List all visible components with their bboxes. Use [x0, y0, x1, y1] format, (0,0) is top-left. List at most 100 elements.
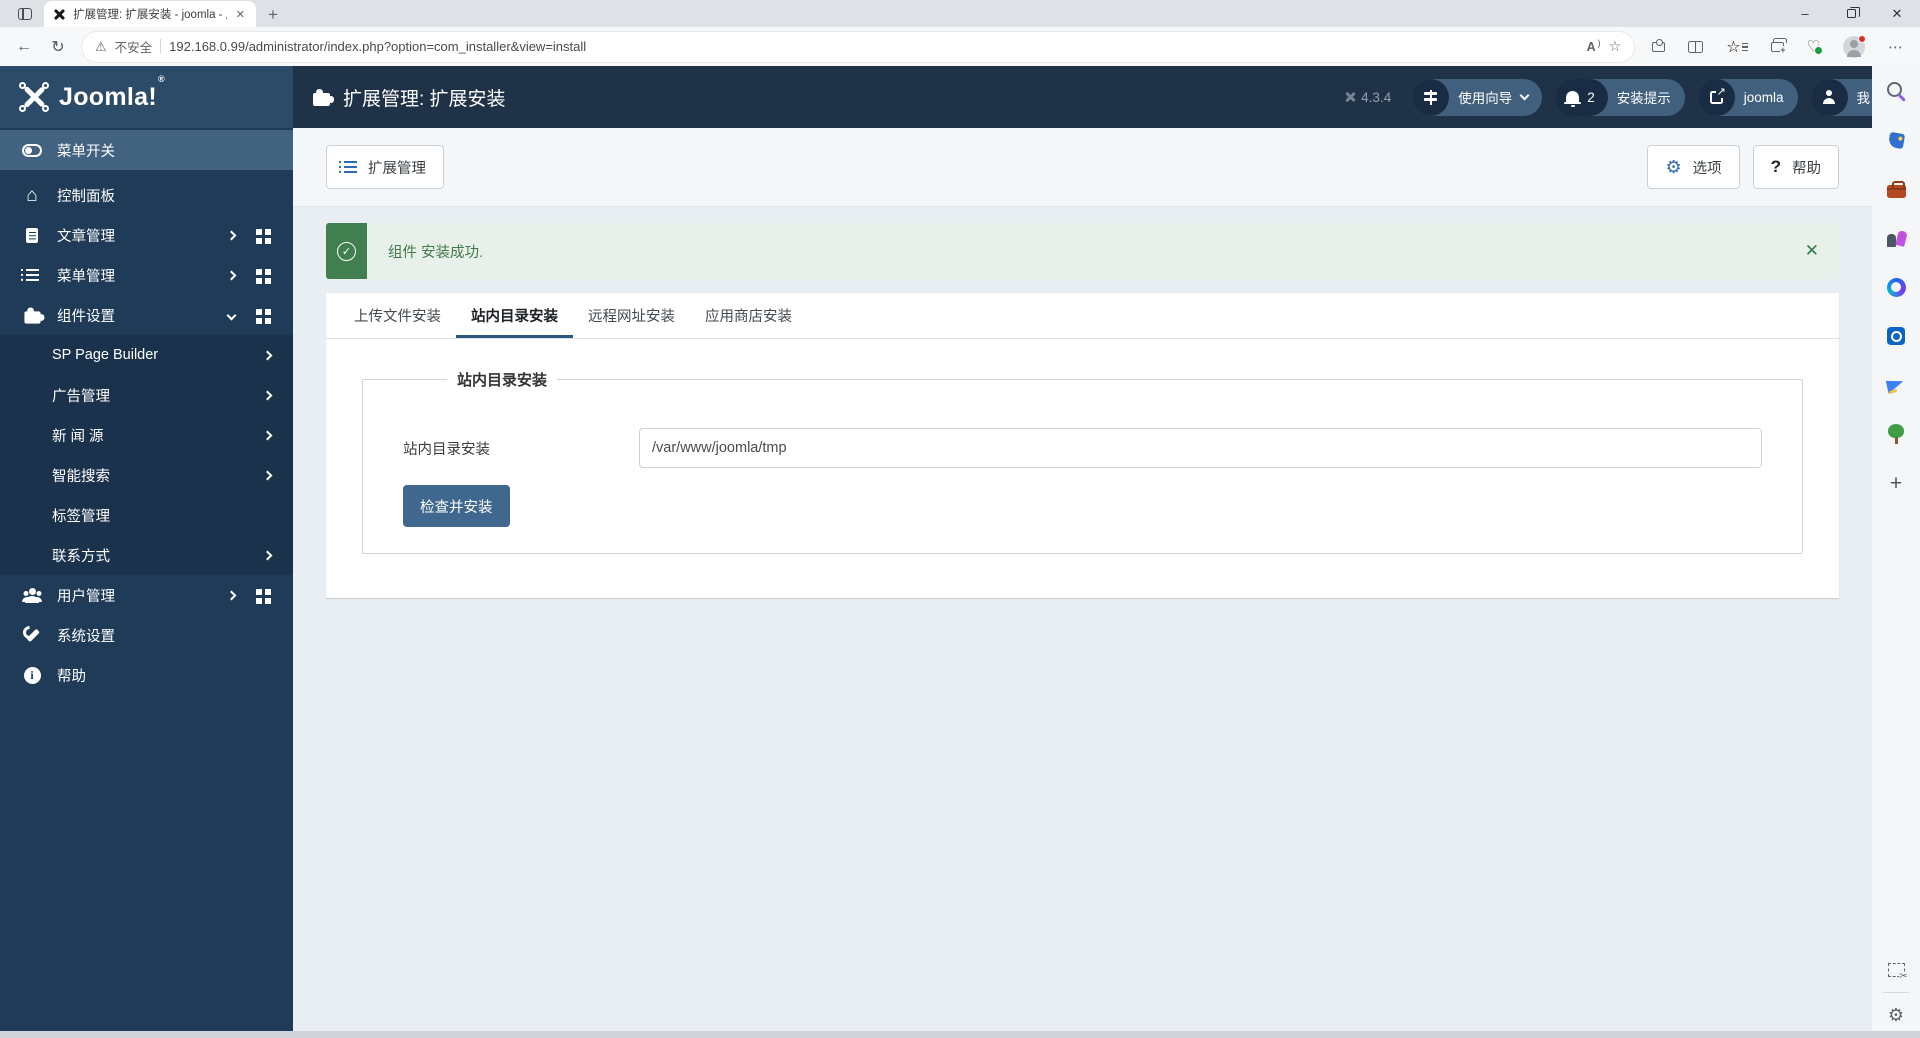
tab-install-from-web[interactable]: 应用商店安装 — [690, 293, 807, 338]
sidebar-subitem-smart-search[interactable]: 智能搜索 — [0, 455, 293, 495]
grid-icon[interactable] — [256, 588, 262, 595]
sidebar-item-label: 联系方式 — [52, 548, 110, 565]
toolbox-icon — [1886, 181, 1906, 198]
profile-avatar[interactable] — [1843, 34, 1866, 58]
install-folder-input[interactable] — [639, 428, 1762, 468]
url-text[interactable]: 192.168.0.99/administrator/index.php?opt… — [169, 39, 1578, 54]
web-capture-button[interactable]: ✂ — [1885, 959, 1908, 982]
close-window-button[interactable]: ✕ — [1874, 0, 1920, 27]
chevron-right-icon — [262, 390, 273, 400]
sidebar-item-users[interactable]: 用户管理 — [0, 575, 293, 615]
extensions-manager-button[interactable]: 扩展管理 — [326, 145, 444, 189]
sidebar-subitem-sp-page-builder[interactable]: SP Page Builder — [0, 335, 293, 375]
chevron-right-icon — [226, 230, 237, 240]
browser-tab[interactable]: 扩展管理: 扩展安装 - joomla - 后 ✕ — [44, 1, 256, 27]
options-button[interactable]: ⚙ 选项 — [1647, 145, 1740, 189]
edge-sidebar: + ✂ ⚙ — [1872, 66, 1920, 1038]
sidebar-games-button[interactable] — [1885, 227, 1907, 249]
toggle-icon — [22, 143, 42, 157]
registered-mark: ® — [157, 73, 165, 84]
sidebar-subitem-tags[interactable]: 标签管理 — [0, 495, 293, 535]
sidebar-item-menus[interactable]: 菜单管理 — [0, 255, 293, 295]
refresh-button[interactable]: ↻ — [44, 37, 72, 57]
sidebar-drop-button[interactable] — [1885, 374, 1907, 396]
back-button[interactable]: ← — [10, 38, 38, 56]
external-link-icon — [1709, 84, 1726, 104]
gear-icon: ⚙ — [1887, 1005, 1905, 1025]
sidebar-shopping-button[interactable] — [1885, 129, 1907, 151]
grid-icon[interactable] — [256, 228, 262, 235]
chevron-right-icon — [262, 550, 273, 560]
sidebar-tree-button[interactable] — [1885, 423, 1907, 445]
sidebar-item-components[interactable]: 组件设置 — [0, 295, 293, 335]
security-label[interactable]: 不安全 — [115, 37, 153, 56]
extensions-icon[interactable] — [1652, 38, 1666, 52]
more-menu-icon[interactable]: ⋯ — [1888, 38, 1904, 56]
home-icon: ⌂ — [26, 184, 38, 206]
paper-plane-icon — [1886, 377, 1906, 393]
read-aloud-icon[interactable]: A — [1587, 38, 1601, 54]
sidebar-item-system[interactable]: 系统设置 — [0, 615, 293, 655]
sidebar-item-label: 文章管理 — [57, 228, 115, 245]
sidebar-tools-button[interactable] — [1885, 178, 1907, 200]
tab-panel: 站内目录安装 站内目录安装 检查并安装 — [326, 339, 1839, 598]
sidebar-outlook-button[interactable] — [1885, 325, 1907, 347]
menu-list-icon — [20, 268, 39, 281]
sidebar-subitem-banners[interactable]: 广告管理 — [0, 375, 293, 415]
favorite-star-icon[interactable]: ☆ — [1609, 38, 1622, 55]
help-button[interactable]: ? 帮助 — [1752, 145, 1839, 189]
tab-install-from-url[interactable]: 远程网址安装 — [573, 293, 690, 338]
sidebar-subitem-newsfeeds[interactable]: 新 闻 源 — [0, 415, 293, 455]
list-icon — [339, 160, 357, 173]
sidebar-item-label: 智能搜索 — [52, 468, 110, 485]
check-and-install-button[interactable]: 检查并安装 — [403, 485, 510, 527]
address-bar[interactable]: ⚠ 不安全 192.168.0.99/administrator/index.p… — [82, 31, 1635, 62]
star-glyph: ☆ — [1726, 38, 1741, 56]
sidebar-settings-button[interactable]: ⚙ — [1885, 1004, 1907, 1026]
info-icon: i — [23, 666, 41, 684]
browser-essentials-icon[interactable]: ♡ — [1807, 39, 1824, 55]
tab-close-icon[interactable]: ✕ — [234, 8, 247, 21]
search-icon — [1886, 81, 1906, 101]
sidebar-subitem-contacts[interactable]: 联系方式 — [0, 535, 293, 575]
browser-toolbar: ← ↻ ⚠ 不安全 192.168.0.99/administrator/ind… — [0, 27, 1920, 66]
sidebar-item-menu-toggle[interactable]: 菜单开关 — [0, 130, 293, 170]
split-screen-icon[interactable] — [1688, 40, 1704, 53]
tab-install-from-folder[interactable]: 站内目录安装 — [456, 293, 573, 338]
collections-icon[interactable]: + — [1770, 38, 1788, 55]
new-tab-button[interactable]: + — [268, 6, 278, 23]
chevron-right-icon — [262, 470, 273, 480]
version-badge: 4.3.4 — [1344, 90, 1391, 105]
sidebar-m365-button[interactable] — [1885, 276, 1907, 298]
user-menu-label: 我 — [1856, 91, 1871, 106]
tab-actions-button[interactable] — [10, 3, 40, 25]
puzzle-icon — [313, 89, 334, 106]
grid-icon[interactable] — [256, 308, 262, 315]
sidebar-item-label: 控制面板 — [57, 188, 115, 205]
check-circle-icon: ✓ — [337, 241, 356, 261]
sidebar-item-label: 广告管理 — [52, 388, 110, 405]
sidebar-item-label: 菜单管理 — [57, 268, 115, 285]
joomla-logo-area[interactable]: Joomla!® — [0, 66, 293, 128]
guided-tour-button[interactable]: 使用向导 — [1412, 78, 1543, 116]
sidebar-search-button[interactable] — [1885, 80, 1907, 102]
sidebar-item-help[interactable]: i 帮助 — [0, 655, 293, 695]
sidebar-item-articles[interactable]: 文章管理 — [0, 215, 293, 255]
view-site-button[interactable]: joomla — [1697, 78, 1798, 116]
sidebar-item-dashboard[interactable]: ⌂ 控制面板 — [0, 175, 293, 215]
tab-actions-icon — [18, 8, 32, 20]
favorites-icon[interactable]: ☆ — [1726, 37, 1748, 57]
tab-upload-package[interactable]: 上传文件安装 — [339, 293, 456, 338]
notifications-button[interactable]: 2 安装提示 — [1555, 78, 1685, 116]
restore-button[interactable] — [1828, 0, 1874, 27]
person-icon — [1822, 90, 1837, 104]
alert-close-icon[interactable]: ✕ — [1805, 241, 1819, 261]
grid-icon[interactable] — [256, 268, 262, 275]
fieldset-legend: 站内目录安装 — [457, 372, 548, 389]
chevron-right-icon — [226, 270, 237, 280]
user-icon-circle — [1810, 78, 1848, 116]
installer-card: 上传文件安装 站内目录安装 远程网址安装 应用商店安装 站内目录安装 站内目录安… — [326, 293, 1839, 599]
minimize-button[interactable]: – — [1782, 0, 1828, 27]
sidebar-add-button[interactable]: + — [1885, 472, 1907, 494]
security-warning-icon: ⚠ — [95, 38, 107, 54]
